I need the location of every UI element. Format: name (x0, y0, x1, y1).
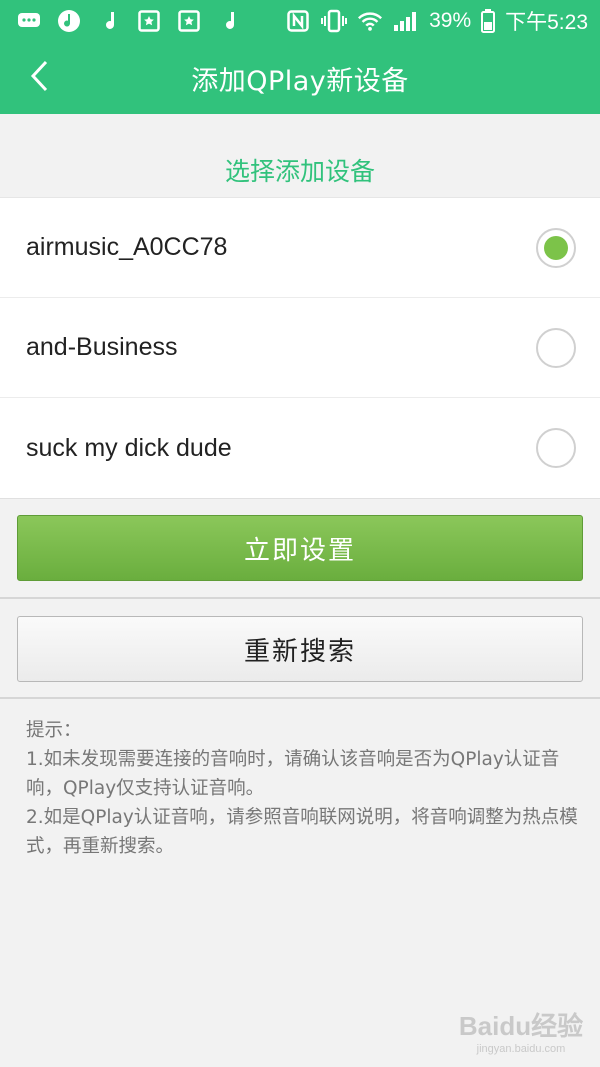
device-list: airmusic_A0CC78 and-Business suck my dic… (0, 197, 600, 499)
device-name: suck my dick dude (26, 433, 232, 462)
divider (0, 597, 600, 599)
device-name: and-Business (26, 333, 178, 361)
watermark-url: jingyan.baidu.com (476, 1043, 566, 1055)
section-heading: 选择添加设备 (224, 157, 375, 186)
setup-now-button[interactable]: 立即设置 (17, 515, 583, 581)
radio-button[interactable] (536, 428, 576, 468)
rescan-button[interactable]: 重新搜索 (17, 616, 583, 682)
photo-icon (136, 8, 162, 34)
page-title: 添加QPlay新设备 (191, 65, 409, 97)
device-item[interactable]: and-Business (0, 298, 600, 398)
battery-percent: 39% (429, 9, 472, 32)
signal-icon (393, 8, 419, 34)
divider (0, 697, 600, 699)
message-icon (16, 8, 42, 34)
nfc-icon (285, 8, 311, 34)
battery-icon (481, 8, 496, 34)
radio-button[interactable] (536, 327, 576, 368)
photo-icon (176, 8, 202, 34)
radio-dot (544, 235, 568, 260)
app-bar: 添加QPlay新设备 (0, 42, 600, 114)
status-bar: 39% 下午5:23 (0, 0, 600, 42)
vibrate-icon (321, 8, 348, 34)
device-name: airmusic_A0CC78 (26, 233, 228, 261)
tips-title: 提示： (26, 720, 82, 741)
tips-line-2: 2.如是QPlay认证音响，请参照音响联网说明，将音响调整为热点模式，再重新搜索… (26, 807, 578, 857)
watermark-logo: Baidu经验 jingyan.baidu.com (456, 1006, 586, 1056)
radio-button-selected[interactable] (536, 227, 576, 268)
status-bar-notifications (16, 8, 242, 34)
device-item[interactable]: suck my dick dude (0, 398, 600, 498)
music-note-icon (96, 8, 122, 34)
wifi-icon (357, 8, 383, 34)
tips-section: 提示： 1.如未发现需要连接的音响时，请确认该音响是否为QPlay认证音响，QP… (26, 716, 578, 861)
music-note-icon (56, 8, 82, 34)
music-note-icon (216, 8, 242, 34)
watermark-brand: Baidu经验 (458, 1011, 584, 1041)
clock: 下午5:23 (505, 11, 588, 34)
tips-line-1: 1.如未发现需要连接的音响时，请确认该音响是否为QPlay认证音响，QPlay仅… (26, 749, 560, 799)
status-bar-system: 39% 下午5:23 (285, 6, 588, 36)
device-item[interactable]: airmusic_A0CC78 (0, 198, 600, 298)
